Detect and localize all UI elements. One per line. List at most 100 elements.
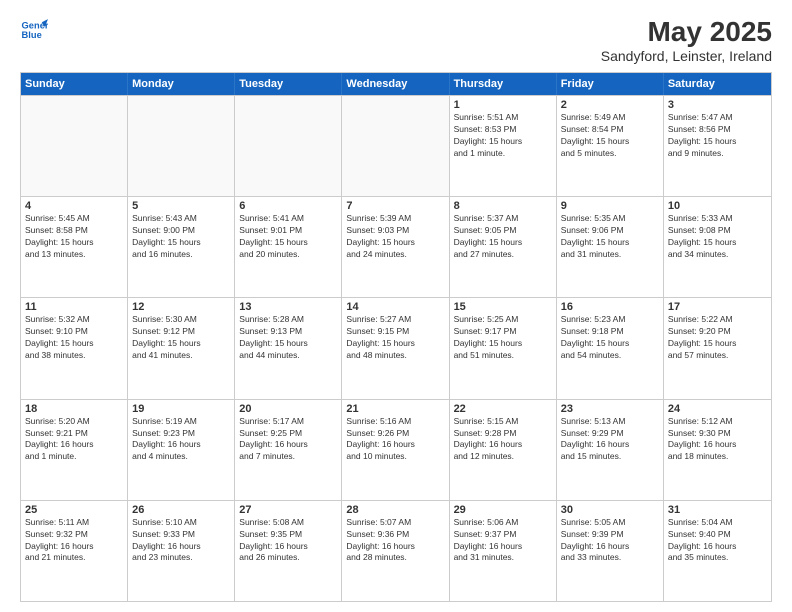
day-number: 31 [668, 504, 767, 516]
day-info: Sunrise: 5:45 AM Sunset: 8:58 PM Dayligh… [25, 213, 123, 261]
day-info: Sunrise: 5:08 AM Sunset: 9:35 PM Dayligh… [239, 517, 337, 565]
day-number: 3 [668, 99, 767, 111]
calendar-cell: 5Sunrise: 5:43 AM Sunset: 9:00 PM Daylig… [128, 197, 235, 297]
calendar-cell: 24Sunrise: 5:12 AM Sunset: 9:30 PM Dayli… [664, 400, 771, 500]
day-info: Sunrise: 5:13 AM Sunset: 9:29 PM Dayligh… [561, 416, 659, 464]
day-info: Sunrise: 5:49 AM Sunset: 8:54 PM Dayligh… [561, 112, 659, 160]
day-number: 23 [561, 403, 659, 415]
calendar-cell: 19Sunrise: 5:19 AM Sunset: 9:23 PM Dayli… [128, 400, 235, 500]
day-info: Sunrise: 5:23 AM Sunset: 9:18 PM Dayligh… [561, 314, 659, 362]
day-number: 16 [561, 301, 659, 313]
day-number: 5 [132, 200, 230, 212]
calendar-row: 4Sunrise: 5:45 AM Sunset: 8:58 PM Daylig… [21, 196, 771, 297]
calendar-cell: 30Sunrise: 5:05 AM Sunset: 9:39 PM Dayli… [557, 501, 664, 601]
calendar-cell: 23Sunrise: 5:13 AM Sunset: 9:29 PM Dayli… [557, 400, 664, 500]
day-number: 25 [25, 504, 123, 516]
day-info: Sunrise: 5:16 AM Sunset: 9:26 PM Dayligh… [346, 416, 444, 464]
day-info: Sunrise: 5:11 AM Sunset: 9:32 PM Dayligh… [25, 517, 123, 565]
day-number: 24 [668, 403, 767, 415]
main-title: May 2025 [601, 16, 772, 48]
calendar-header-cell: Saturday [664, 73, 771, 95]
day-info: Sunrise: 5:33 AM Sunset: 9:08 PM Dayligh… [668, 213, 767, 261]
calendar-cell: 26Sunrise: 5:10 AM Sunset: 9:33 PM Dayli… [128, 501, 235, 601]
day-number: 4 [25, 200, 123, 212]
calendar-row: 18Sunrise: 5:20 AM Sunset: 9:21 PM Dayli… [21, 399, 771, 500]
calendar-cell: 28Sunrise: 5:07 AM Sunset: 9:36 PM Dayli… [342, 501, 449, 601]
calendar-cell: 12Sunrise: 5:30 AM Sunset: 9:12 PM Dayli… [128, 298, 235, 398]
day-info: Sunrise: 5:32 AM Sunset: 9:10 PM Dayligh… [25, 314, 123, 362]
day-info: Sunrise: 5:25 AM Sunset: 9:17 PM Dayligh… [454, 314, 552, 362]
calendar-body: 1Sunrise: 5:51 AM Sunset: 8:53 PM Daylig… [21, 95, 771, 601]
day-info: Sunrise: 5:06 AM Sunset: 9:37 PM Dayligh… [454, 517, 552, 565]
day-number: 17 [668, 301, 767, 313]
day-number: 27 [239, 504, 337, 516]
calendar-cell: 10Sunrise: 5:33 AM Sunset: 9:08 PM Dayli… [664, 197, 771, 297]
calendar-cell [128, 96, 235, 196]
day-number: 8 [454, 200, 552, 212]
day-info: Sunrise: 5:15 AM Sunset: 9:28 PM Dayligh… [454, 416, 552, 464]
calendar-header-cell: Sunday [21, 73, 128, 95]
calendar-row: 11Sunrise: 5:32 AM Sunset: 9:10 PM Dayli… [21, 297, 771, 398]
day-info: Sunrise: 5:35 AM Sunset: 9:06 PM Dayligh… [561, 213, 659, 261]
calendar-cell: 25Sunrise: 5:11 AM Sunset: 9:32 PM Dayli… [21, 501, 128, 601]
day-number: 22 [454, 403, 552, 415]
logo: General Blue [20, 16, 48, 44]
calendar-cell: 7Sunrise: 5:39 AM Sunset: 9:03 PM Daylig… [342, 197, 449, 297]
calendar-header: SundayMondayTuesdayWednesdayThursdayFrid… [21, 73, 771, 95]
day-number: 13 [239, 301, 337, 313]
calendar-cell: 21Sunrise: 5:16 AM Sunset: 9:26 PM Dayli… [342, 400, 449, 500]
logo-icon: General Blue [20, 16, 48, 44]
calendar-header-cell: Monday [128, 73, 235, 95]
subtitle: Sandyford, Leinster, Ireland [601, 48, 772, 64]
calendar-cell: 22Sunrise: 5:15 AM Sunset: 9:28 PM Dayli… [450, 400, 557, 500]
calendar-header-cell: Thursday [450, 73, 557, 95]
calendar-cell: 6Sunrise: 5:41 AM Sunset: 9:01 PM Daylig… [235, 197, 342, 297]
day-info: Sunrise: 5:37 AM Sunset: 9:05 PM Dayligh… [454, 213, 552, 261]
calendar-cell: 16Sunrise: 5:23 AM Sunset: 9:18 PM Dayli… [557, 298, 664, 398]
day-number: 19 [132, 403, 230, 415]
day-info: Sunrise: 5:10 AM Sunset: 9:33 PM Dayligh… [132, 517, 230, 565]
day-number: 21 [346, 403, 444, 415]
day-info: Sunrise: 5:07 AM Sunset: 9:36 PM Dayligh… [346, 517, 444, 565]
day-info: Sunrise: 5:19 AM Sunset: 9:23 PM Dayligh… [132, 416, 230, 464]
day-number: 1 [454, 99, 552, 111]
day-number: 6 [239, 200, 337, 212]
svg-text:Blue: Blue [22, 30, 42, 40]
day-number: 28 [346, 504, 444, 516]
day-info: Sunrise: 5:28 AM Sunset: 9:13 PM Dayligh… [239, 314, 337, 362]
calendar-cell: 29Sunrise: 5:06 AM Sunset: 9:37 PM Dayli… [450, 501, 557, 601]
day-number: 18 [25, 403, 123, 415]
day-info: Sunrise: 5:04 AM Sunset: 9:40 PM Dayligh… [668, 517, 767, 565]
calendar-cell: 27Sunrise: 5:08 AM Sunset: 9:35 PM Dayli… [235, 501, 342, 601]
calendar-cell: 2Sunrise: 5:49 AM Sunset: 8:54 PM Daylig… [557, 96, 664, 196]
calendar-header-cell: Wednesday [342, 73, 449, 95]
day-info: Sunrise: 5:17 AM Sunset: 9:25 PM Dayligh… [239, 416, 337, 464]
day-info: Sunrise: 5:41 AM Sunset: 9:01 PM Dayligh… [239, 213, 337, 261]
day-info: Sunrise: 5:12 AM Sunset: 9:30 PM Dayligh… [668, 416, 767, 464]
calendar-cell: 15Sunrise: 5:25 AM Sunset: 9:17 PM Dayli… [450, 298, 557, 398]
calendar-page: General Blue May 2025 Sandyford, Leinste… [0, 0, 792, 612]
calendar-cell [342, 96, 449, 196]
day-info: Sunrise: 5:47 AM Sunset: 8:56 PM Dayligh… [668, 112, 767, 160]
day-number: 9 [561, 200, 659, 212]
day-number: 29 [454, 504, 552, 516]
title-block: May 2025 Sandyford, Leinster, Ireland [601, 16, 772, 64]
day-number: 10 [668, 200, 767, 212]
day-number: 26 [132, 504, 230, 516]
calendar-cell: 13Sunrise: 5:28 AM Sunset: 9:13 PM Dayli… [235, 298, 342, 398]
calendar-cell: 11Sunrise: 5:32 AM Sunset: 9:10 PM Dayli… [21, 298, 128, 398]
calendar-header-cell: Friday [557, 73, 664, 95]
day-number: 7 [346, 200, 444, 212]
calendar-cell [21, 96, 128, 196]
calendar-cell: 18Sunrise: 5:20 AM Sunset: 9:21 PM Dayli… [21, 400, 128, 500]
day-number: 20 [239, 403, 337, 415]
day-info: Sunrise: 5:39 AM Sunset: 9:03 PM Dayligh… [346, 213, 444, 261]
calendar-cell: 8Sunrise: 5:37 AM Sunset: 9:05 PM Daylig… [450, 197, 557, 297]
day-info: Sunrise: 5:43 AM Sunset: 9:00 PM Dayligh… [132, 213, 230, 261]
calendar-cell: 4Sunrise: 5:45 AM Sunset: 8:58 PM Daylig… [21, 197, 128, 297]
calendar-cell: 1Sunrise: 5:51 AM Sunset: 8:53 PM Daylig… [450, 96, 557, 196]
calendar: SundayMondayTuesdayWednesdayThursdayFrid… [20, 72, 772, 602]
calendar-row: 25Sunrise: 5:11 AM Sunset: 9:32 PM Dayli… [21, 500, 771, 601]
day-number: 14 [346, 301, 444, 313]
calendar-cell: 17Sunrise: 5:22 AM Sunset: 9:20 PM Dayli… [664, 298, 771, 398]
